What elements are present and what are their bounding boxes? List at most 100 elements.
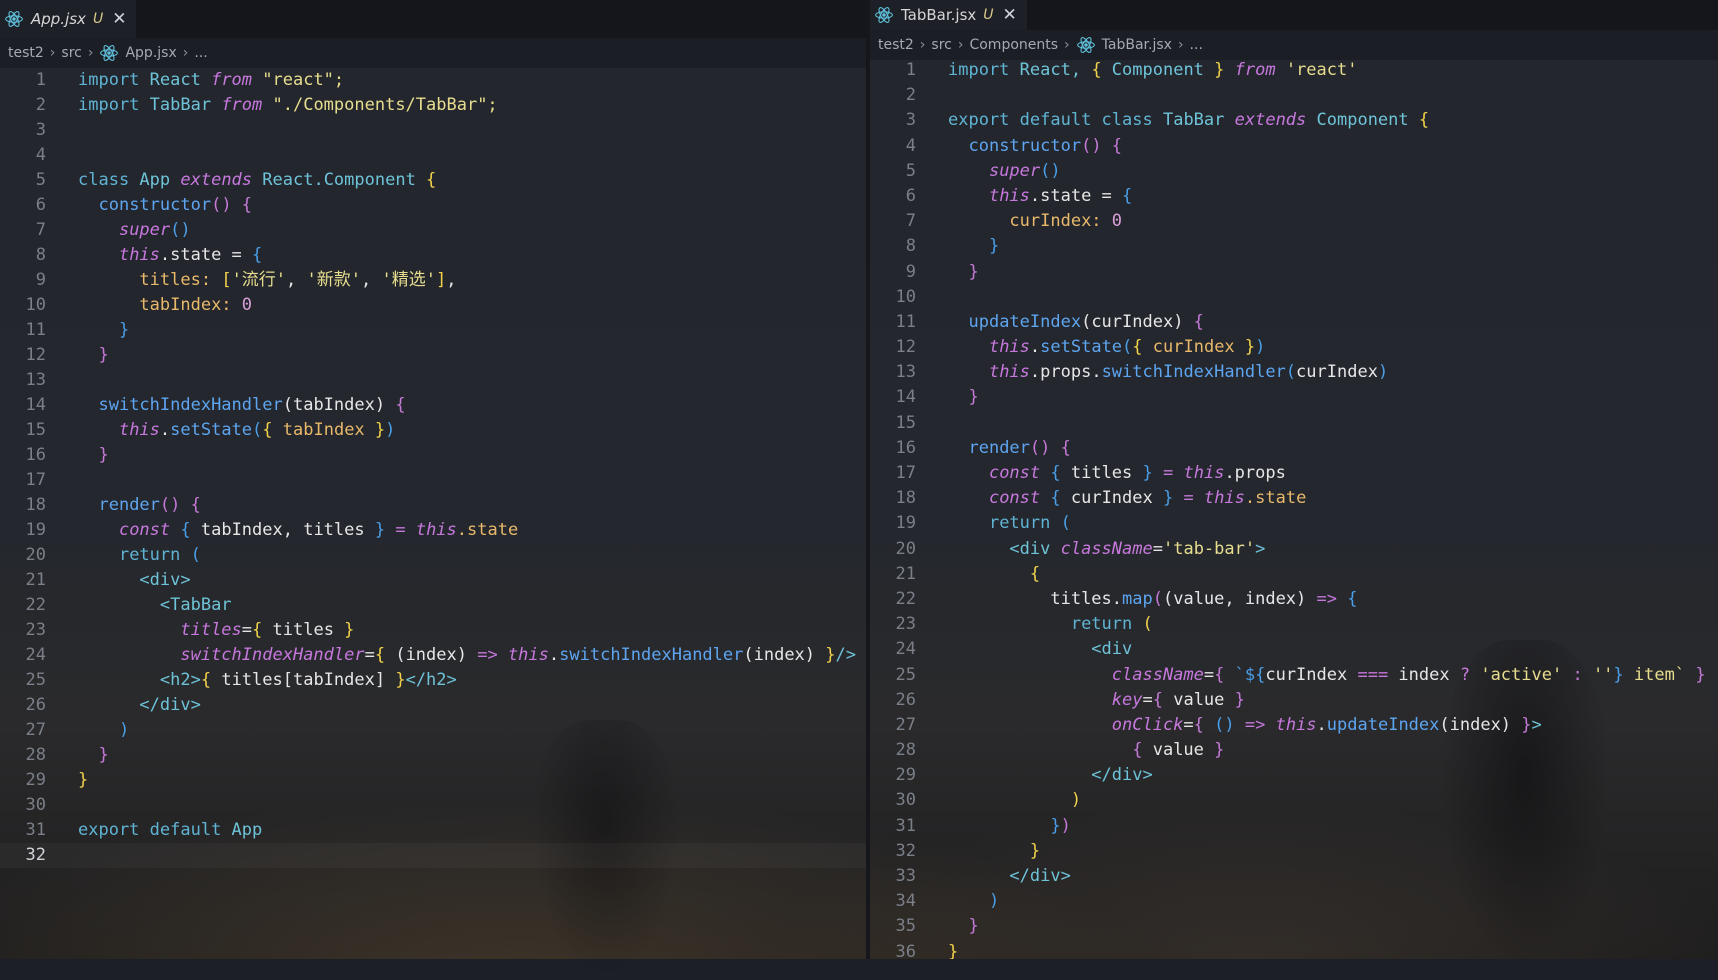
code-line[interactable]: 22 titles.map((value, index) => {	[870, 587, 1718, 612]
breadcrumb-item[interactable]: ...	[194, 45, 207, 61]
breadcrumb-item[interactable]: App.jsx	[125, 45, 176, 61]
breadcrumb-item[interactable]: TabBar.jsx	[1102, 37, 1172, 53]
line-number: 28	[895, 740, 916, 761]
code-token: className	[1111, 664, 1204, 685]
code-line[interactable]: 36}	[870, 940, 1718, 959]
code-line[interactable]: 9 titles: ['流行', '新款', '精选'],	[0, 268, 866, 293]
code-line[interactable]: 7 curIndex: 0	[870, 209, 1718, 234]
code-line[interactable]: 4 constructor() {	[870, 134, 1718, 159]
code-line[interactable]: 21 {	[870, 562, 1718, 587]
line-number: 22	[25, 595, 46, 615]
code-token: .	[1029, 337, 1041, 358]
code-token: React	[149, 70, 212, 90]
close-icon[interactable]: ✕	[112, 9, 126, 29]
breadcrumb-item[interactable]: ...	[1190, 37, 1203, 53]
line-number: 32	[895, 840, 916, 861]
code-line[interactable]: 16 }	[0, 443, 866, 468]
code-line[interactable]: 26 key={ value }	[870, 688, 1718, 713]
code-token: {	[262, 420, 283, 440]
code-line[interactable]: 35 }	[870, 914, 1718, 939]
code-line[interactable]: 2	[870, 83, 1718, 108]
code-line[interactable]: 9 }	[870, 260, 1718, 285]
code-line[interactable]: 18 const { curIndex } = this.state	[870, 486, 1718, 511]
code-line[interactable]: 31 })	[870, 814, 1718, 839]
code-line[interactable]: 18 render() {	[0, 493, 866, 518]
code-line[interactable]: 3	[0, 118, 866, 143]
code-line[interactable]: 23 return (	[870, 612, 1718, 637]
tab-tabbar-jsx[interactable]: TabBar.jsx U ✕	[870, 0, 1027, 30]
code-token: {	[190, 495, 201, 515]
code-line[interactable]: 19 return (	[870, 511, 1718, 536]
code-token: {	[1214, 664, 1235, 685]
code-line[interactable]: 8 }	[870, 234, 1718, 259]
code-line[interactable]: 32 }	[870, 839, 1718, 864]
code-line[interactable]: 13	[0, 368, 866, 393]
code-line[interactable]: 12 }	[0, 343, 866, 368]
code-line[interactable]: 25 <h2>{ titles[tabIndex] }</h2>	[0, 668, 866, 693]
code-line[interactable]: 14 switchIndexHandler(tabIndex) {	[0, 393, 866, 418]
code-line[interactable]: 24 switchIndexHandler={ (index) => this.…	[0, 643, 866, 668]
code-line[interactable]: 16 render() {	[870, 436, 1718, 461]
code-line[interactable]: 4	[0, 143, 866, 168]
code-line[interactable]: 5 super()	[870, 159, 1718, 184]
code-line[interactable]: 29 </div>	[870, 763, 1718, 788]
breadcrumb-item[interactable]: test2	[878, 37, 914, 53]
code-line[interactable]: 1 import React, { Component } from 'react…	[870, 58, 1718, 83]
code-line[interactable]: 13 this.props.switchIndexHandler(curInde…	[870, 360, 1718, 385]
code-line[interactable]: 19 const { tabIndex, titles } = this.sta…	[0, 518, 866, 543]
code-line[interactable]: 2 import TabBar from "./Components/TabBar…	[0, 93, 866, 118]
code-token: this	[118, 245, 160, 265]
code-line[interactable]: 11 updateIndex(curIndex) {	[870, 310, 1718, 335]
code-line[interactable]: 34 )	[870, 889, 1718, 914]
code-line[interactable]: 32	[0, 843, 866, 868]
code-line[interactable]: 3 export default class TabBar extends Com…	[870, 108, 1718, 133]
line-number: 24	[895, 639, 916, 660]
code-text: }	[78, 743, 108, 768]
code-line[interactable]: 10	[870, 285, 1718, 310]
close-icon[interactable]: ✕	[1003, 5, 1017, 25]
code-line[interactable]: 8 this.state = {	[0, 243, 866, 268]
code-line[interactable]: 28 }	[0, 743, 866, 768]
code-line[interactable]: 23 titles={ titles }	[0, 618, 866, 643]
code-line[interactable]: 15 this.setState({ tabIndex })	[0, 418, 866, 443]
code-line[interactable]: 30 )	[870, 788, 1718, 813]
code-line[interactable]: 29}	[0, 768, 866, 793]
code-line[interactable]: 28 { value }	[870, 738, 1718, 763]
code-editor[interactable]: 1 import React from "react"; 2 import TabBa…	[0, 68, 866, 959]
code-line[interactable]: 15	[870, 411, 1718, 436]
code-line[interactable]: 14 }	[870, 385, 1718, 410]
code-line[interactable]: 25 className={ `${curIndex === index ? '…	[870, 663, 1718, 688]
breadcrumb-item[interactable]: test2	[8, 45, 44, 61]
chevron-right-icon: ›	[1177, 37, 1184, 53]
code-line[interactable]: 31 export default App	[0, 818, 866, 843]
code-line[interactable]: 20 return (	[0, 543, 866, 568]
code-line[interactable]: 10 tabIndex: 0	[0, 293, 866, 318]
code-line[interactable]: 21 <div>	[0, 568, 866, 593]
code-text: constructor() {	[948, 134, 1122, 159]
code-line[interactable]: 17 const { titles } = this.props	[870, 461, 1718, 486]
code-line[interactable]: 6 this.state = {	[870, 184, 1718, 209]
code-line[interactable]: 27 onClick={ () => this.updateIndex(inde…	[870, 713, 1718, 738]
code-line[interactable]: 33 </div>	[870, 864, 1718, 889]
code-line[interactable]: 20 <div className='tab-bar'>	[870, 537, 1718, 562]
tab-app-jsx[interactable]: App.jsx U ✕	[0, 0, 137, 38]
line-number: 7	[905, 211, 916, 232]
code-line[interactable]: 6 constructor() {	[0, 193, 866, 218]
code-line[interactable]: 22 <TabBar	[0, 593, 866, 618]
code-line[interactable]: 12 this.setState({ curIndex })	[870, 335, 1718, 360]
code-line[interactable]: 1 import React from "react";	[0, 68, 866, 93]
code-line[interactable]: 24 <div	[870, 637, 1718, 662]
code-line[interactable]: 27 )	[0, 718, 866, 743]
code-line[interactable]: 7 super()	[0, 218, 866, 243]
code-line[interactable]: 17	[0, 468, 866, 493]
code-line[interactable]: 30	[0, 793, 866, 818]
breadcrumb-item[interactable]: Components	[969, 37, 1058, 53]
code-text: const { tabIndex, titles } = this.state	[78, 518, 518, 543]
code-line[interactable]: 5 class App extends React.Component {	[0, 168, 866, 193]
code-line[interactable]: 11 }	[0, 318, 866, 343]
code-editor[interactable]: 1 import React, { Component } from 'react…	[870, 58, 1718, 959]
breadcrumb-item[interactable]: src	[61, 45, 81, 61]
breadcrumb-item[interactable]: src	[931, 37, 951, 53]
code-line[interactable]: 26 </div>	[0, 693, 866, 718]
